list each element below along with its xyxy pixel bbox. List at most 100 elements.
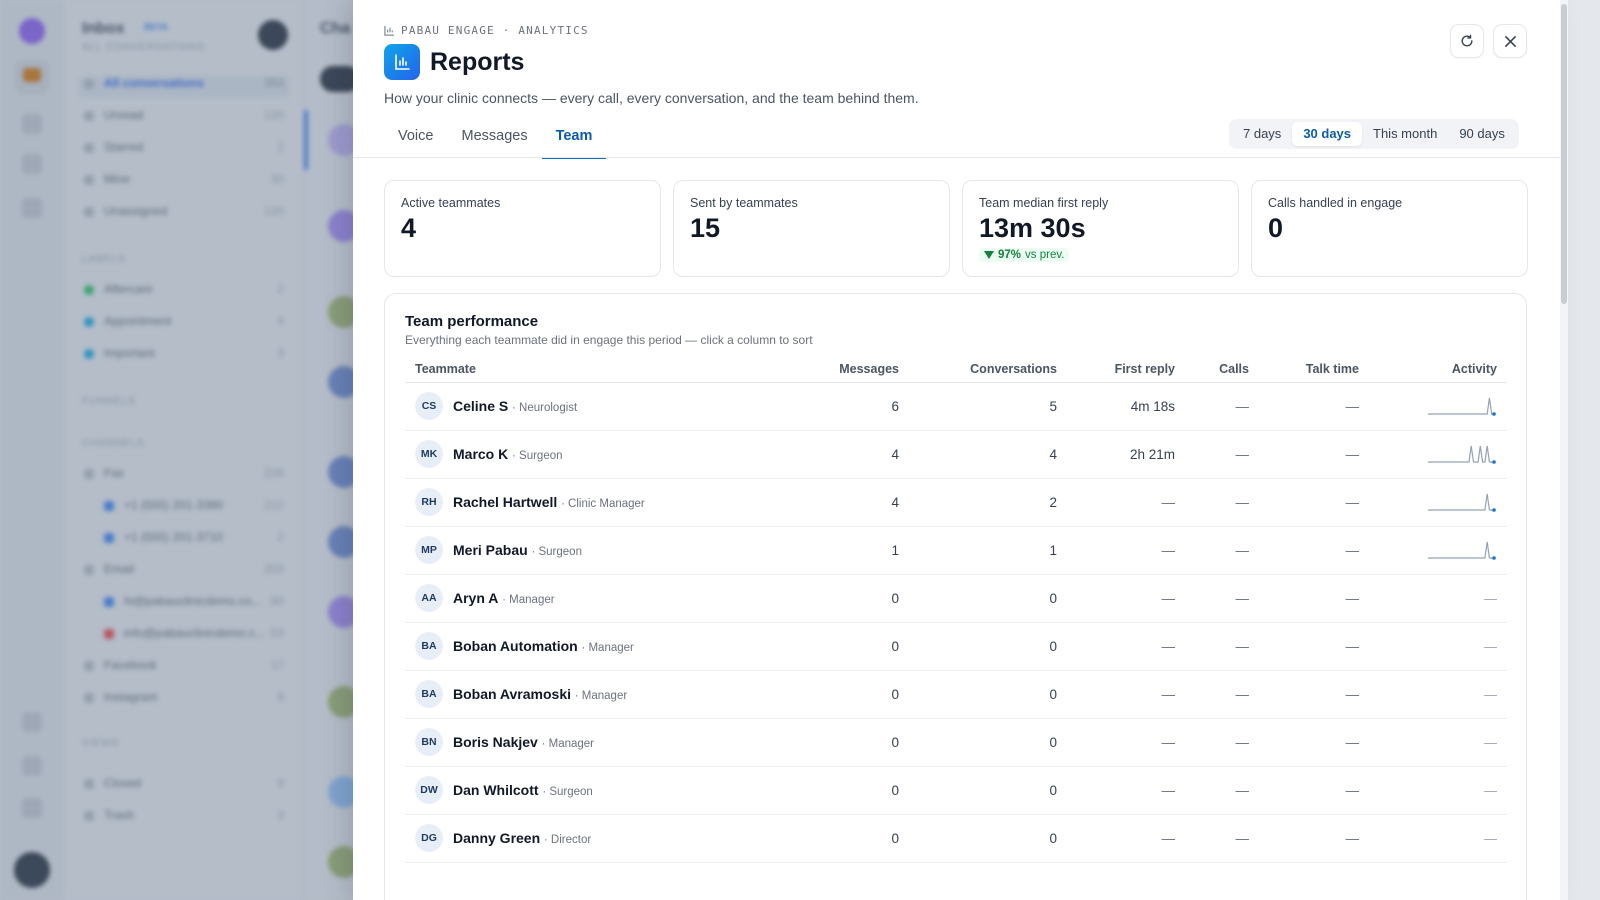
conversations-cell: 0 xyxy=(909,718,1067,767)
messages-cell: 0 xyxy=(745,670,909,719)
table-row[interactable]: BA Boban Automation · Manager 0 0— — — — xyxy=(405,622,1507,671)
refresh-button[interactable] xyxy=(1450,24,1484,58)
column-header-talk-time[interactable]: Talk time xyxy=(1259,356,1369,383)
scrollbar-thumb[interactable] xyxy=(1561,4,1567,304)
table-row[interactable]: AA Aryn A · Manager 0 0— — — — xyxy=(405,574,1507,623)
eyebrow: PABAU ENGAGE · ANALYTICS xyxy=(384,24,1534,37)
activity-empty: — xyxy=(1484,782,1497,798)
date-range-selector: 7 days 30 days This month 90 days xyxy=(1229,119,1519,149)
column-header-calls[interactable]: Calls xyxy=(1185,356,1259,383)
column-header-first-reply[interactable]: First reply xyxy=(1067,356,1185,383)
avatar: DG xyxy=(415,824,443,852)
range-90-days[interactable]: 90 days xyxy=(1448,122,1516,146)
table-header-row: Teammate Messages Conversations First re… xyxy=(405,356,1507,383)
conversations-cell: 1 xyxy=(909,526,1067,575)
table-row[interactable]: DW Dan Whilcott · Surgeon 0 0— — — — xyxy=(405,766,1507,815)
table-row[interactable]: BA Boban Avramoski · Manager 0 0— — — — xyxy=(405,670,1507,719)
table-row[interactable]: BN Boris Nakjev · Manager 0 0— — — — xyxy=(405,718,1507,767)
teammate-cell: DG Danny Green · Director xyxy=(405,814,745,863)
first-reply-cell: — xyxy=(1067,814,1185,863)
kpi-value: 13m 30s xyxy=(979,213,1086,243)
sparkline-dot xyxy=(1492,508,1496,512)
teammate-text: Boban Avramoski · Manager xyxy=(453,686,627,702)
first-reply-cell: — xyxy=(1067,622,1185,671)
column-header-teammate[interactable]: Teammate xyxy=(405,356,745,383)
reports-drawer: PABAU ENGAGE · ANALYTICS Reports How you… xyxy=(353,0,1560,900)
kpi-value: 4 xyxy=(401,213,417,243)
activity-sparkline xyxy=(1428,445,1496,464)
teammate-name: Meri Pabau xyxy=(453,542,528,558)
teammate-role: · Manager xyxy=(574,690,628,702)
teammate: MP Meri Pabau · Surgeon xyxy=(415,536,735,564)
kpi-calls-handled: Calls handled in engage 0 xyxy=(1251,180,1528,277)
activity-cell xyxy=(1369,382,1507,431)
calls-cell: — xyxy=(1185,478,1259,527)
page-title: Reports xyxy=(430,47,525,76)
teammate-cell: BA Boban Avramoski · Manager xyxy=(405,670,745,719)
table-row[interactable]: MK Marco K · Surgeon 4 4 2h 21m — — xyxy=(405,430,1507,479)
kpi-label: Active teammates xyxy=(401,196,501,210)
teammate-cell: MK Marco K · Surgeon xyxy=(405,430,745,479)
report-tabs: Voice Messages Team xyxy=(384,118,607,159)
range-30-days[interactable]: 30 days xyxy=(1292,122,1363,146)
calls-cell: — xyxy=(1185,622,1259,671)
teammate-name: Celine S xyxy=(453,398,509,414)
conversations-cell: 2 xyxy=(909,478,1067,527)
drawer-scrollbar[interactable] xyxy=(1560,0,1568,900)
delta-suffix: vs prev. xyxy=(1025,249,1065,261)
kpi-median-first-reply: Team median first reply 13m 30s 97% vs p… xyxy=(962,180,1239,277)
range-7-days[interactable]: 7 days xyxy=(1232,122,1292,146)
tab-messages[interactable]: Messages xyxy=(447,118,541,159)
sparkline-line xyxy=(1428,493,1494,511)
teammate-role: · Neurologist xyxy=(512,402,578,414)
activity-cell xyxy=(1369,526,1507,575)
talk-time-cell: — xyxy=(1259,766,1369,815)
teammate: DG Danny Green · Director xyxy=(415,824,735,852)
column-header-activity[interactable]: Activity xyxy=(1369,356,1507,383)
teammate-text: Danny Green · Director xyxy=(453,830,591,846)
messages-cell: 1 xyxy=(745,526,909,575)
avatar: BN xyxy=(415,728,443,756)
first-reply-cell: — xyxy=(1067,718,1185,767)
conversations-cell: 0 xyxy=(909,766,1067,815)
teammate-role: · Clinic Manager xyxy=(561,498,645,510)
kpi-label: Team median first reply xyxy=(979,196,1109,210)
activity-empty: — xyxy=(1484,686,1497,702)
delta-badge: 97% vs prev. xyxy=(979,248,1070,262)
table-row[interactable]: MP Meri Pabau · Surgeon 1 1— — — xyxy=(405,526,1507,575)
teammate-cell: BN Boris Nakjev · Manager xyxy=(405,718,745,767)
calls-cell: — xyxy=(1185,574,1259,623)
section-subtitle: Everything each teammate did in engage t… xyxy=(405,333,813,347)
table-body: CS Celine S · Neurologist 6 5 4m 18s — — MK Marc… xyxy=(405,382,1507,863)
teammate-name: Boris Nakjev xyxy=(453,734,538,750)
calls-cell: — xyxy=(1185,766,1259,815)
bar-chart-icon xyxy=(384,25,395,36)
avatar: RH xyxy=(415,488,443,516)
teammate-cell: RH Rachel Hartwell · Clinic Manager xyxy=(405,478,745,527)
first-reply-cell: 2h 21m xyxy=(1067,430,1185,479)
team-performance-card: Team performance Everything each teammat… xyxy=(384,293,1527,900)
tab-team[interactable]: Team xyxy=(541,118,607,159)
calls-cell: — xyxy=(1185,430,1259,479)
column-header-messages[interactable]: Messages xyxy=(745,356,909,383)
activity-empty: — xyxy=(1484,830,1497,846)
range-this-month[interactable]: This month xyxy=(1362,122,1448,146)
teammate-name: Dan Whilcott xyxy=(453,782,539,798)
activity-empty: — xyxy=(1484,638,1497,654)
teammate: BN Boris Nakjev · Manager xyxy=(415,728,735,756)
conversations-cell: 4 xyxy=(909,430,1067,479)
teammate-role: · Manager xyxy=(502,594,555,606)
table-row[interactable]: DG Danny Green · Director 0 0— — — — xyxy=(405,814,1507,863)
conversations-cell: 5 xyxy=(909,382,1067,431)
close-button[interactable] xyxy=(1493,24,1527,58)
teammate-name: Aryn A xyxy=(453,590,499,606)
section-title: Team performance xyxy=(405,313,539,330)
sparkline-dot xyxy=(1492,412,1496,416)
column-header-conversations[interactable]: Conversations xyxy=(909,356,1067,383)
teammate-text: Aryn A · Manager xyxy=(453,590,555,606)
table-row[interactable]: RH Rachel Hartwell · Clinic Manager 4 2— — — xyxy=(405,478,1507,527)
tab-voice[interactable]: Voice xyxy=(384,118,447,159)
messages-cell: 4 xyxy=(745,478,909,527)
table-row[interactable]: CS Celine S · Neurologist 6 5 4m 18s — — xyxy=(405,382,1507,431)
conversations-cell: 0 xyxy=(909,622,1067,671)
